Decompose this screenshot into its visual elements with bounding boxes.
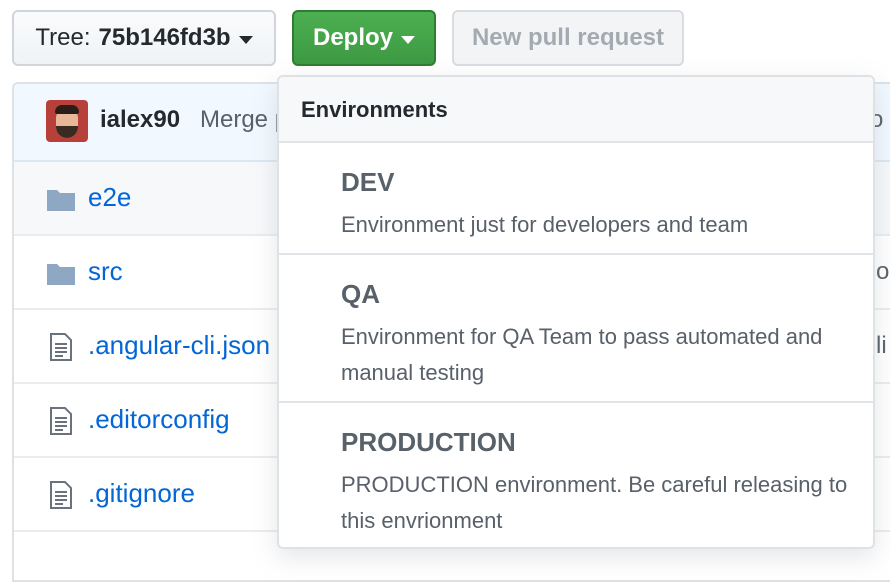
commit-author[interactable]: ialex90 [100, 106, 180, 134]
file-icon [50, 333, 72, 361]
tree-value: 75b146fd3b [98, 24, 231, 51]
environment-item-qa[interactable]: QA Environment for QA Team to pass autom… [279, 255, 873, 403]
chevron-down-icon [401, 35, 415, 44]
environment-item-production[interactable]: PRODUCTION PRODUCTION environment. Be ca… [279, 403, 873, 549]
deploy-label: Deploy [312, 24, 393, 51]
dropdown-header: Environments [279, 77, 873, 143]
folder-icon [47, 264, 75, 285]
new-pull-request-button[interactable]: New pull request [452, 10, 684, 66]
repo-toolbar: Tree: 75b146fd3b Deploy New pull request [0, 0, 890, 80]
file-name-link[interactable]: e2e [88, 182, 131, 213]
file-name-link[interactable]: src [88, 256, 123, 287]
file-name-link[interactable]: .editorconfig [88, 404, 230, 435]
environment-name: DEV [341, 167, 395, 197]
deploy-button[interactable]: Deploy [292, 10, 436, 66]
environment-description: Environment for QA Team to pass automate… [341, 324, 823, 385]
environment-item-dev[interactable]: DEV Environment just for developers and … [279, 143, 873, 255]
avatar-beard [56, 126, 78, 138]
file-name-link[interactable]: .gitignore [88, 478, 195, 509]
file-icon [50, 481, 72, 509]
avatar[interactable] [46, 100, 88, 142]
file-name-link[interactable]: .angular-cli.json [88, 330, 270, 361]
folder-icon [47, 190, 75, 211]
environment-description: PRODUCTION environment. Be careful relea… [341, 472, 848, 533]
deploy-environments-dropdown: Environments DEV Environment just for de… [277, 75, 875, 549]
environment-name: QA [341, 279, 380, 309]
file-icon [50, 407, 72, 435]
avatar-hair [55, 105, 79, 114]
environment-name: PRODUCTION [341, 427, 516, 457]
dropdown-title: Environments [301, 97, 448, 122]
tree-branch-button[interactable]: Tree: 75b146fd3b [12, 10, 276, 66]
new-pull-request-label: New pull request [471, 24, 665, 51]
tree-label: Tree: [35, 24, 91, 51]
chevron-down-icon [238, 35, 253, 44]
environment-description: Environment just for developers and team [341, 212, 749, 237]
